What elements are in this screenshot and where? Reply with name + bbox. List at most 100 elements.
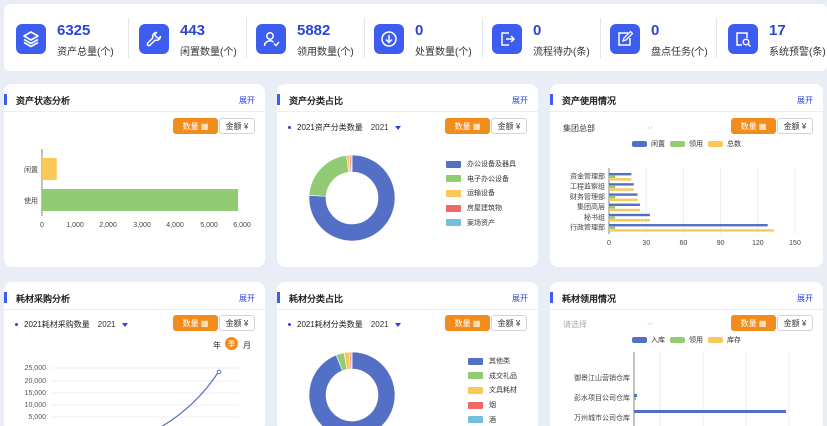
y-tick-label: 行政管理部 [570, 223, 605, 232]
bar-领用[interactable] [609, 196, 616, 199]
bar-领用[interactable] [609, 206, 616, 209]
material-receive-card: 耗材领用情况 展开 请选择 ⌵ 数量 ▦ 金额 ¥ 入库 领用 库存 御景江山营… [550, 282, 823, 426]
bar-总数[interactable] [609, 208, 640, 212]
quantity-button[interactable]: 数量 ▦ [445, 315, 490, 331]
x-tick-label: 4,000 [166, 222, 184, 229]
legend-item[interactable]: 成交礼品 [468, 369, 517, 384]
download-circle-icon [374, 24, 404, 54]
bar-in-use [42, 189, 239, 211]
legend-item[interactable]: 酒 [468, 412, 517, 426]
stat-in-use[interactable]: 5882 领用数量(个) [248, 16, 364, 60]
legend-item[interactable]: 房屋建筑物 [446, 201, 516, 216]
purchase-line-chart: 25,000 20,000 15,000 10,000 5,000 [25, 365, 239, 426]
bar-闲置[interactable] [609, 224, 768, 227]
y-tick-label: 秘书组 [584, 212, 605, 221]
bar-闲置[interactable] [609, 183, 634, 186]
y-tick-label: 工程监察组 [570, 182, 605, 191]
edit-doc-icon [610, 24, 640, 54]
amount-button[interactable]: 金额 ¥ [491, 315, 527, 331]
donut-slice[interactable] [350, 154, 353, 173]
bar-闲置[interactable] [609, 193, 638, 196]
bar-领用[interactable] [609, 226, 616, 229]
legend-item[interactable]: 文具耗材 [468, 383, 517, 398]
bar-入库[interactable] [634, 394, 638, 397]
quantity-button[interactable]: 数量 ▦ [445, 118, 490, 134]
stats-bar: 6325 资产总量(个) 443 闲置数量(个) 5882 领用数量(个) 0 … [4, 4, 827, 71]
divider [277, 309, 538, 310]
x-tick-label: 3,000 [133, 222, 151, 229]
legend-label: 成交礼品 [489, 372, 517, 380]
bar-总数[interactable] [609, 229, 774, 232]
stat-label: 闲置数量(个) [180, 47, 237, 58]
stat-inventory-task[interactable]: 0 盘点任务(个) [602, 16, 718, 60]
category-selector[interactable]: 2021资产分类数量 2021 [288, 122, 401, 133]
bar-领用[interactable] [609, 185, 616, 189]
material-donut-chart [308, 351, 396, 426]
stat-disposed[interactable]: 0 处置数量(个) [366, 16, 482, 60]
card-title: 资产分类占比 [289, 96, 344, 106]
stat-asset-total[interactable]: 6325 资产总量(个) [8, 16, 126, 60]
x-tick-label: 1,000 [66, 222, 84, 229]
stat-label: 领用数量(个) [297, 47, 354, 58]
material-category-card: 耗材分类占比 展开 2021耗材分类数量 2021 数量 ▦ 金额 ¥ 其他类 成… [277, 282, 538, 426]
exit-icon [492, 24, 522, 54]
x-tick-label: 90 [717, 240, 725, 247]
category-legend: 办公设备及器具 电子办公设备 运输设备 房屋建筑物 案场资产 [446, 157, 516, 230]
stat-system-alert[interactable]: 17 系统预警(条) [720, 16, 826, 60]
bar-总数[interactable] [609, 188, 634, 191]
selector-label: 2021耗材分类数量 [297, 320, 363, 329]
bar-闲置[interactable] [609, 213, 650, 217]
legend-label: 房屋建筑物 [467, 205, 502, 213]
bar-领用[interactable] [609, 175, 616, 178]
stat-label: 盘点任务(个) [651, 47, 708, 58]
bar-总数[interactable] [609, 178, 632, 181]
grid-icon: ▦ [472, 121, 481, 131]
legend-item[interactable]: 案场资产 [446, 215, 516, 230]
amount-button[interactable]: 金额 ¥ [491, 118, 527, 134]
divider [364, 18, 365, 58]
legend-label: 案场资产 [467, 219, 495, 227]
bullet-icon [288, 126, 291, 130]
asset-usage-card: 资产使用情况 展开 集团总部 ⌵ 数量 ▦ 金额 ¥ 闲置 领用 总数 0 30 6… [550, 84, 823, 267]
material-selector[interactable]: 2021耗材分类数量 2021 [288, 319, 401, 330]
x-tick-label: 150 [789, 240, 801, 247]
caret-down-icon [394, 322, 401, 327]
bar-闲置[interactable] [609, 173, 632, 176]
legend-item[interactable]: 办公设备及器具 [446, 157, 516, 172]
donut-slice[interactable] [308, 155, 350, 197]
legend-item[interactable]: 烟 [468, 398, 517, 413]
stat-value: 5882 [297, 22, 331, 39]
bar-入库[interactable] [634, 410, 786, 413]
bar-总数[interactable] [609, 219, 650, 222]
y-tick-label: 彭水项目公司仓库 [574, 393, 630, 402]
legend-item[interactable]: 运输设备 [446, 186, 516, 201]
bar-闲置[interactable] [609, 203, 640, 206]
expand-link[interactable]: 展开 [512, 95, 528, 106]
x-tick-label: 0 [607, 240, 611, 247]
y-tick-label: 10,000 [25, 402, 47, 409]
legend-item[interactable]: 其他类 [468, 354, 517, 369]
donut-slice[interactable] [350, 351, 353, 370]
bar-领用[interactable] [634, 397, 636, 400]
stat-label: 系统预警(条) [769, 47, 826, 58]
x-tick-label: 2,000 [99, 222, 117, 229]
data-point[interactable] [216, 369, 222, 375]
stat-value: 443 [180, 22, 206, 39]
asset-category-card: 资产分类占比 展开 2021资产分类数量 2021 数量 ▦ 金额 ¥ 办公设备及… [277, 84, 538, 267]
divider [716, 18, 717, 58]
legend-item[interactable]: 电子办公设备 [446, 172, 516, 187]
divider [277, 111, 538, 112]
stat-pending-flow[interactable]: 0 流程待办(条) [484, 16, 600, 60]
bar-领用[interactable] [609, 216, 616, 219]
y-tick-label: 5,000 [28, 414, 46, 421]
y-tick-label: 25,000 [25, 365, 47, 372]
y-tick-label: 财务管理部 [570, 192, 605, 201]
legend-label: 电子办公设备 [467, 175, 509, 183]
legend-label: 酒 [489, 416, 496, 424]
expand-link[interactable]: 展开 [512, 293, 528, 304]
divider [600, 18, 601, 58]
title-accent [277, 292, 280, 303]
stat-idle[interactable]: 443 闲置数量(个) [131, 16, 247, 60]
bar-总数[interactable] [609, 198, 638, 201]
category-donut-chart [308, 154, 396, 242]
